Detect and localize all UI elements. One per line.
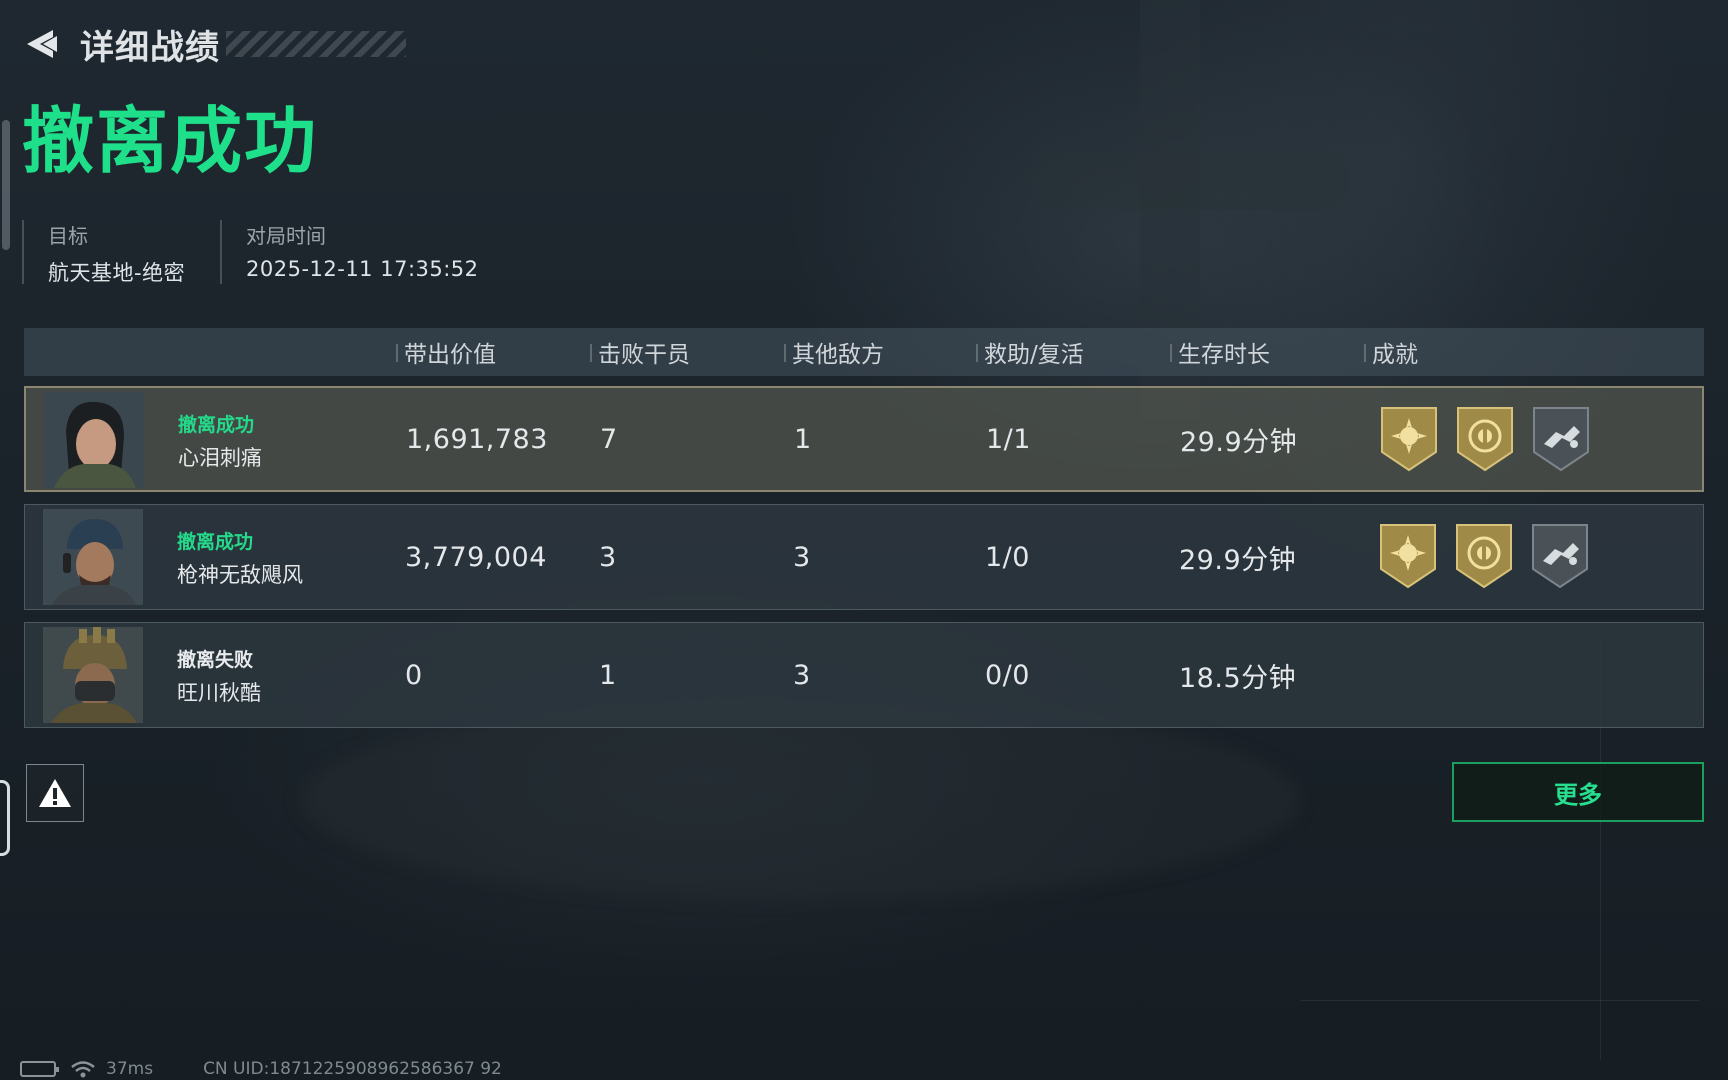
player-name: 枪神无敌飓风 xyxy=(177,563,303,587)
value-cell: 1,691,783 xyxy=(406,423,548,455)
hud-line xyxy=(1300,1000,1700,1001)
player-name: 旺川秋酷 xyxy=(177,681,261,705)
match-detail-screen: 详细战绩 撤离成功 目标 航天基地-绝密 对局时间 2025-12-11 17:… xyxy=(0,0,1728,1080)
table-header: 带出价值 击败干员 其他敌方 救助/复活 生存时长 成就 xyxy=(24,328,1704,376)
operator-avatar xyxy=(43,627,143,723)
sun-badge-icon[interactable] xyxy=(1377,521,1439,591)
table-row[interactable]: 撤离成功 枪神无敌飓风 3,779,004 3 3 1/0 29.9分钟 xyxy=(24,504,1704,610)
more-button[interactable]: 更多 xyxy=(1452,762,1704,822)
extraction-status: 撤离失败 xyxy=(177,649,254,671)
operator-avatar xyxy=(43,509,143,605)
emblem-badge-icon[interactable] xyxy=(1453,521,1515,591)
other-enemies-cell: 1 xyxy=(794,423,812,455)
page-title: 详细战绩 xyxy=(80,27,220,68)
target-label: 目标 xyxy=(48,224,88,248)
extraction-status: 撤离成功 xyxy=(178,414,255,436)
value-cell: 0 xyxy=(405,659,423,691)
system-status-bar: 37ms CN UID:1871225908962586367 92 xyxy=(20,1058,502,1080)
table-row[interactable]: 撤离失败 旺川秋酷 0 1 3 0/0 18.5分钟 xyxy=(24,622,1704,728)
match-time-info: 对局时间 2025-12-11 17:35:52 xyxy=(220,220,479,284)
survival-cell: 29.9分钟 xyxy=(1179,544,1297,576)
warning-icon xyxy=(39,779,71,807)
assist-revive-cell: 1/1 xyxy=(986,423,1031,455)
player-uid: CN UID:1871225908962586367 92 xyxy=(203,1059,502,1079)
achievement-badges xyxy=(1377,521,1591,591)
column-header-assist-revive: 救助/复活 xyxy=(976,328,1084,376)
ping-value: 37ms xyxy=(106,1059,154,1079)
top-bar: 详细战绩 xyxy=(20,20,406,68)
sun-badge-icon[interactable] xyxy=(1378,404,1440,474)
other-enemies-cell: 3 xyxy=(793,541,811,573)
match-time-label: 对局时间 xyxy=(246,224,326,248)
column-header-other-enemies: 其他敌方 xyxy=(784,328,884,376)
scrollbar[interactable] xyxy=(2,120,10,250)
survival-cell: 29.9分钟 xyxy=(1180,426,1298,458)
battery-charging-icon xyxy=(20,1061,59,1077)
emblem-badge-icon[interactable] xyxy=(1454,404,1516,474)
result-title: 撤离成功 xyxy=(22,99,319,183)
kills-cell: 7 xyxy=(600,423,618,455)
column-header-survival: 生存时长 xyxy=(1170,328,1270,376)
background-structure xyxy=(1030,150,1350,210)
column-header-kills: 击败干员 xyxy=(590,328,690,376)
mechanical-arm-badge-icon[interactable] xyxy=(1530,404,1592,474)
assist-revive-cell: 0/0 xyxy=(985,659,1030,691)
column-header-achievements: 成就 xyxy=(1364,328,1418,376)
wifi-icon xyxy=(71,1061,95,1078)
value-cell: 3,779,004 xyxy=(405,541,547,573)
target-info: 目标 航天基地-绝密 xyxy=(22,220,186,285)
mechanical-arm-badge-icon[interactable] xyxy=(1529,521,1591,591)
kills-cell: 1 xyxy=(599,659,617,691)
extraction-status: 撤离成功 xyxy=(177,531,254,553)
survival-cell: 18.5分钟 xyxy=(1179,662,1297,694)
player-stats-table: 带出价值 击败干员 其他敌方 救助/复活 生存时长 成就 撤离成功 心泪刺痛 1… xyxy=(24,328,1704,728)
table-row[interactable]: 撤离成功 心泪刺痛 1,691,783 7 1 1/1 29.9分钟 xyxy=(24,386,1704,492)
back-button[interactable] xyxy=(20,23,62,65)
player-name: 心泪刺痛 xyxy=(178,446,262,470)
assist-revive-cell: 1/0 xyxy=(985,541,1030,573)
column-header-value: 带出价值 xyxy=(396,328,496,376)
operator-avatar xyxy=(44,392,144,488)
side-drawer-handle[interactable] xyxy=(0,780,10,856)
background-terrain xyxy=(300,700,1300,900)
kills-cell: 3 xyxy=(599,541,617,573)
back-arrow-icon xyxy=(27,30,57,58)
other-enemies-cell: 3 xyxy=(793,659,811,691)
target-value: 航天基地-绝密 xyxy=(48,261,186,285)
title-stripes-decoration xyxy=(226,31,406,57)
match-time-value: 2025-12-11 17:35:52 xyxy=(246,257,479,281)
report-button[interactable] xyxy=(26,764,84,822)
achievement-badges xyxy=(1378,404,1592,474)
